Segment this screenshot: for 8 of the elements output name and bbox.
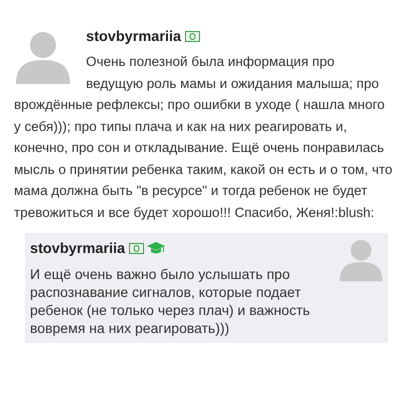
username[interactable]: stovbyrmariia [86,29,182,45]
comment-text: врождённые рефлексы; про ошибки в уходе ( нашла много у себя))); про типы плача и как на них реагировать и, конечно, про сон и откладывание. Ещё очень понравилась мысль о принятии ребенка таким, какой он есть и о том, что мама должна быть "в ресурсе" и тогда ребенок не будет тревожиться и все будет хорошо!!! Спасибо, Женя!:blush: [14,96,394,222]
graduation-cap-icon [147,242,166,255]
banknote-icon [185,31,200,42]
username[interactable]: stovbyrmariia [30,241,126,257]
banknote-icon [129,243,144,254]
reply-text: И ещё очень важно было услышать про распознавание сигналов, которые подает ребенок (не только через плач) и важность вовремя на них реагировать))) [30,265,311,337]
comment-text: Очень полезной была информация про ведущую роль мамы и ожидания малыша; про [86,53,380,93]
